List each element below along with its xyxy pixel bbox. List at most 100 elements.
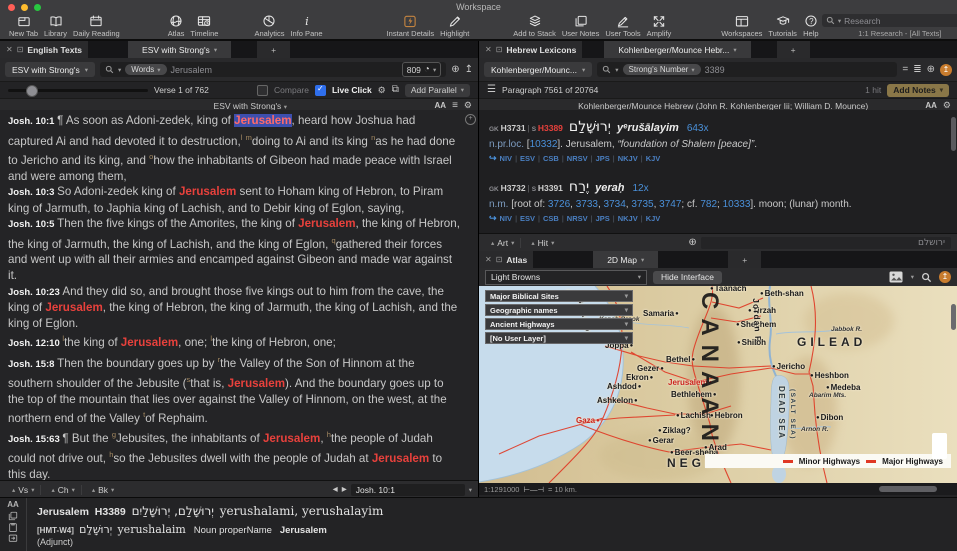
send-to-pane-icon[interactable] xyxy=(8,533,18,543)
horizontal-scrollbar-thumb[interactable] xyxy=(879,486,937,492)
analytics-button[interactable]: Analytics xyxy=(254,14,284,38)
info-pane-button[interactable]: iInfo Pane xyxy=(290,14,322,38)
new-tab-button[interactable]: New Tab xyxy=(9,14,38,38)
copy-pages-icon[interactable] xyxy=(8,511,18,521)
book-stepper[interactable]: ▴Bk▾ xyxy=(86,485,120,495)
map-layer-dropdown[interactable]: Geographic names▾ xyxy=(485,304,633,316)
verse-stepper[interactable]: ▴Vs▾ xyxy=(6,485,41,495)
lexicon-find-input[interactable]: ירושלם xyxy=(701,237,951,249)
close-pane-icon[interactable]: ✕ xyxy=(485,255,492,264)
user-tools-button[interactable]: User Tools xyxy=(605,14,640,38)
version-link[interactable]: NRSV xyxy=(567,154,588,163)
globe-icon[interactable]: ⊕ xyxy=(688,238,696,248)
display-settings-icon[interactable]: ≡ xyxy=(452,101,458,111)
clipboard-icon[interactable] xyxy=(8,522,18,532)
add-notes-button[interactable]: Add Notes▾ xyxy=(887,84,949,97)
hide-interface-button[interactable]: Hide Interface xyxy=(653,271,722,284)
version-link[interactable]: CSB xyxy=(543,154,559,163)
search-scope-pill[interactable]: Strong's Number▾ xyxy=(623,64,701,75)
outline-icon[interactable]: ≣ xyxy=(913,65,921,75)
amplify-export-icon[interactable]: ↥ xyxy=(465,65,473,75)
version-link[interactable]: ESV xyxy=(520,154,535,163)
timeline-button[interactable]: Timeline xyxy=(190,14,218,38)
amplify-orange-icon[interactable]: ↥ xyxy=(939,271,951,283)
instant-details-button[interactable]: Instant Details xyxy=(387,14,435,38)
expand-pane-icon[interactable]: ⊡ xyxy=(17,45,24,54)
map-layer-dropdown[interactable]: [No User Layer]▾ xyxy=(485,332,633,344)
text-size-button[interactable]: AA xyxy=(7,500,19,510)
scrollbar-thumb[interactable]: + xyxy=(465,114,476,125)
lexicon-entry[interactable]: GK H3731|S H3389יְרוּשָׁלִַםyᵉrušālayim6… xyxy=(489,118,943,164)
highlight-button[interactable]: Highlight xyxy=(440,14,469,38)
hit-stepper[interactable]: ▴Hit▾ xyxy=(525,238,560,248)
help-button[interactable]: ?Help xyxy=(803,14,819,38)
version-link[interactable]: JPS xyxy=(596,214,610,223)
bible-search-input[interactable]: ▾ Words▾ Jerusalem 809◔▾ xyxy=(100,62,446,77)
add-parallel-button[interactable]: Add Parallel▾ xyxy=(405,84,470,97)
verse[interactable]: Josh. 10:1 ¶ As soon as Adoni-zedek, kin… xyxy=(8,113,462,184)
lexicon-entry[interactable]: GK H3732|S H3391יֶרַחyeraḥ12xn.m. [root … xyxy=(489,178,943,224)
add-circle-icon[interactable]: ⊕ xyxy=(451,65,459,75)
map-image-icon[interactable] xyxy=(889,271,904,283)
expand-pane-icon[interactable]: ⊡ xyxy=(496,255,503,264)
live-click-checkbox[interactable] xyxy=(315,85,326,96)
map-search-icon[interactable] xyxy=(921,272,932,283)
map-zoom-control[interactable] xyxy=(932,433,947,459)
verse-list[interactable]: Josh. 10:1 ¶ As soon as Adoni-zedek, kin… xyxy=(0,110,478,481)
add-circle-icon[interactable]: ⊕ xyxy=(927,65,935,75)
version-link[interactable]: KJV xyxy=(646,154,661,163)
lexicon-entries[interactable]: GK H3731|S H3389יְרוּשָׁלִַםyᵉrušālayim6… xyxy=(479,110,957,241)
lexicon-search-input[interactable]: ▾ Strong's Number▾ 3389 xyxy=(597,62,897,77)
research-search-input[interactable]: ▾ Research xyxy=(822,14,957,27)
add-tab-button[interactable]: + xyxy=(728,251,761,268)
verse[interactable]: Josh. 15:8 Then the boundary goes up by … xyxy=(8,352,462,427)
amplify-button[interactable]: Amplify xyxy=(647,14,672,38)
chapter-stepper[interactable]: ▴Ch▾ xyxy=(45,485,81,495)
map-canvas[interactable]: Caesarea●●Taanach●Beth-shanSHARONSamaria… xyxy=(479,286,957,483)
tab-kohlenberger-mounce[interactable]: Kohlenberger/Mounce Hebr...▾ xyxy=(604,41,750,58)
list-icon[interactable]: ☰ xyxy=(487,85,496,95)
library-button[interactable]: Library xyxy=(44,14,67,38)
expand-pane-icon[interactable]: ⊡ xyxy=(496,45,503,54)
search-hit[interactable]: Jerusalem xyxy=(234,114,291,127)
version-link[interactable]: NRSV xyxy=(567,214,588,223)
version-link[interactable]: NKJV xyxy=(618,214,638,223)
workspaces-button[interactable]: Workspaces xyxy=(721,14,762,38)
map-layer-dropdown[interactable]: Major Biblical Sites▾ xyxy=(485,290,633,302)
add-tab-button[interactable]: + xyxy=(257,41,290,58)
version-link[interactable]: KJV xyxy=(646,214,661,223)
search-hit[interactable]: Jerusalem xyxy=(121,336,178,349)
equals-icon[interactable]: = xyxy=(902,65,908,75)
parallel-panes-icon[interactable]: ⧉ xyxy=(392,85,399,95)
tab-2d-map[interactable]: 2D Map▾ xyxy=(593,251,658,268)
add-tab-button[interactable]: + xyxy=(777,41,810,58)
search-hit[interactable]: Jerusalem xyxy=(179,185,236,198)
verse[interactable]: Josh. 10:5 Then the five kings of the Am… xyxy=(8,216,462,283)
text-size-button[interactable]: AA xyxy=(925,101,937,110)
scrollbar-thumb[interactable] xyxy=(951,304,956,330)
text-size-button[interactable]: AA xyxy=(435,101,447,110)
search-hit[interactable]: Jerusalem xyxy=(298,217,355,230)
version-link[interactable]: NIV xyxy=(500,214,513,223)
slider-knob[interactable] xyxy=(26,85,38,97)
close-pane-icon[interactable]: ✕ xyxy=(6,45,13,54)
search-hit[interactable]: Jerusalem xyxy=(372,452,429,465)
add-to-stack-button[interactable]: Add to Stack xyxy=(513,14,556,38)
daily-reading-button[interactable]: Daily Reading xyxy=(73,14,120,38)
search-scope-pill[interactable]: Words▾ xyxy=(125,64,166,75)
reference-box[interactable]: Josh. 10:1 xyxy=(351,484,465,496)
user-notes-button[interactable]: User Notes xyxy=(562,14,600,38)
resource-selector[interactable]: Kohlenberger/Mounc...▾ xyxy=(484,62,592,77)
hit-count-box[interactable]: 809◔▾ xyxy=(402,62,442,77)
version-link[interactable]: CSB xyxy=(543,214,559,223)
gear-icon[interactable]: ⚙ xyxy=(378,85,386,96)
tutorials-button[interactable]: Tutorials xyxy=(768,14,796,38)
verse-slider[interactable] xyxy=(8,89,148,92)
next-hit-icon[interactable]: ▸ xyxy=(342,485,347,495)
verse[interactable]: Josh. 10:23 And they did so, and brought… xyxy=(8,284,462,332)
version-link[interactable]: JPS xyxy=(596,154,610,163)
search-hit[interactable]: Jerusalem xyxy=(228,377,285,390)
scrollbar-thumb[interactable] xyxy=(951,117,956,151)
chevron-down-icon[interactable]: ▾ xyxy=(911,273,914,281)
article-stepper[interactable]: ▴Art▾ xyxy=(485,238,521,248)
